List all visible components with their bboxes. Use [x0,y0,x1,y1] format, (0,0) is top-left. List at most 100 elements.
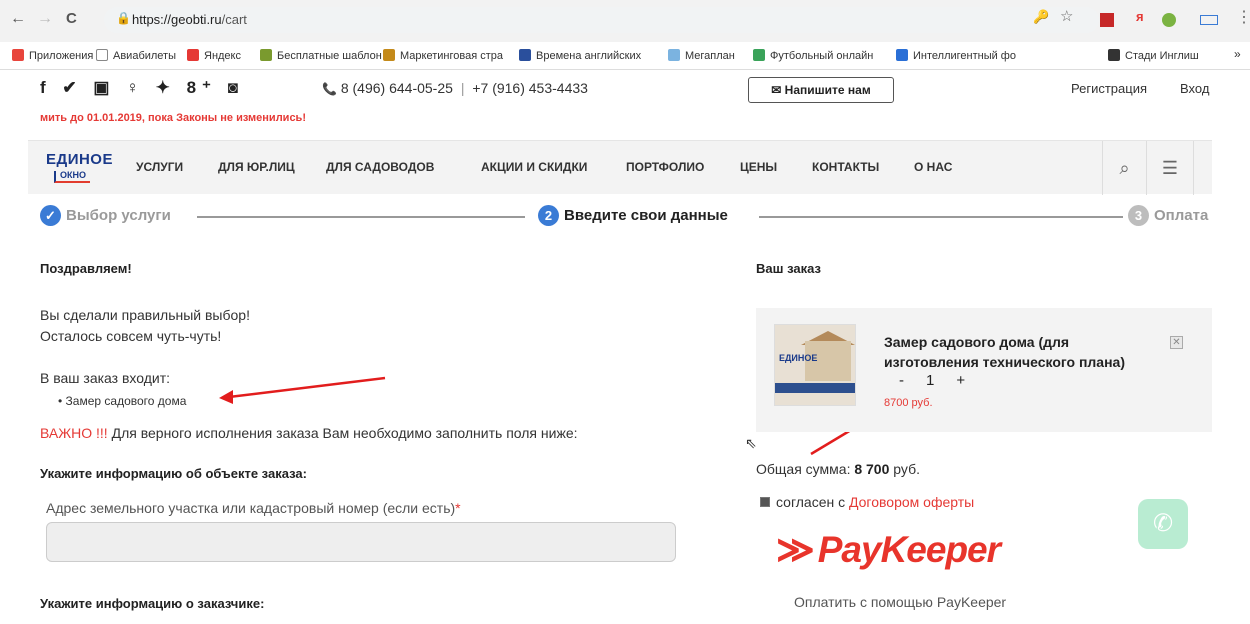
paykeeper-logo[interactable]: ≫ PayKeeper [776,528,1001,571]
bookmark-megaplan[interactable]: Мегаплан [668,49,735,62]
step-3: 3 Оплата [1128,205,1208,226]
check-icon: ✓ [40,205,61,226]
congrats-heading: Поздравляем! [40,261,132,276]
bookmark-yandex[interactable]: Яндекс [187,49,241,62]
logo-top-text: ЕДИНОЕ [46,151,113,168]
site-extension-icon[interactable] [1200,15,1218,25]
order-item: • Замер садового дома [58,394,187,408]
important-notice: ВАЖНО !!! Для верного исполнения заказа … [40,425,578,441]
social-icons[interactable]: f ✔ ▣ ♀ ✦ 8⁺ ◙ [40,78,244,98]
intro-line-2: Осталось совсем чуть-чуть! [40,328,222,344]
phone-2[interactable]: +7 (916) 453-4433 [472,80,588,96]
address-input[interactable] [46,522,676,562]
phone-numbers: 📞 8 (496) 644-05-25 | +7 (916) 453-4433 [322,80,588,96]
url-text: https://geobti.ru/cart [132,12,247,27]
write-us-button[interactable]: ✉ Напишите нам [748,77,894,103]
search-icon[interactable]: ⌕ [1102,141,1146,195]
bookmark-apps[interactable]: Приложения [12,49,93,62]
menu-about[interactable]: О НАС [914,160,952,174]
menu-gardeners[interactable]: ДЛЯ САДОВОДОВ [326,160,434,174]
page-content: f ✔ ▣ ♀ ✦ 8⁺ ◙ 📞 8 (496) 644-05-25 | +7 … [0,70,1250,624]
url-host: https://geobti.ru [132,12,222,27]
bookmark-avia[interactable]: Авиабилеты [96,49,176,62]
butterfly-icon [896,49,908,61]
order-total: Общая сумма: 8 700 руб. [756,461,920,477]
checkout-steps: ✓ Выбор услуги 2 Введите свои данные 3 Опла… [40,202,1212,230]
browser-toolbar: ← → C 🔒 https://geobti.ru/cart 🔑 ☆ я ⋮ [0,0,1250,42]
important-text: Для верного исполнения заказа Вам необхо… [107,425,578,441]
step-line-2 [759,216,1123,218]
offer-contract-link[interactable]: Договором оферты [849,494,974,510]
order-heading: Ваш заказ [756,261,821,276]
thumbnail-logo: ЕДИНОЕ [779,353,818,363]
reload-button[interactable]: C [66,10,77,27]
total-value: 8 700 [854,461,890,477]
item-title[interactable]: Замер садового дома (для изготовления те… [884,332,1154,372]
address-label-text: Адрес земельного участка или кадастровый… [46,500,456,516]
logo-bottom-text: ОКНО [60,170,86,180]
phone-icon: 📞 [322,82,337,96]
url-path: /cart [221,12,247,27]
menu-promotions[interactable]: АКЦИИ И СКИДКИ [481,160,587,174]
bookmark-study-english[interactable]: Стади Инглиш [1108,49,1199,62]
total-label: Общая сумма: [756,461,855,477]
promo-ticker: мить до 01.01.2019, пока Законы не измен… [40,112,306,124]
menu-contacts[interactable]: КОНТАКТЫ [812,160,879,174]
step-line-1 [197,216,525,218]
page-icon [96,49,108,61]
back-button[interactable]: ← [10,10,26,28]
address-bar[interactable]: 🔒 https://geobti.ru/cart [104,7,1099,33]
address-label: Адрес земельного участка или кадастровый… [46,500,461,516]
step-1-label: Выбор услуги [66,207,171,224]
bookmarks-overflow[interactable]: » [1234,47,1241,61]
bookmark-intellectual[interactable]: Интеллигентный фо [896,49,1016,62]
lock-icon: 🔒 [116,11,131,25]
phone-1[interactable]: 8 (496) 644-05-25 [341,80,453,96]
offer-agreement: согласен с Договором оферты [760,494,974,510]
site-logo[interactable]: ЕДИНОЕ ОКНО [46,149,112,187]
phone-separator: | [460,80,465,96]
pdf-extension-icon[interactable] [1100,13,1114,27]
bookmark-star-icon[interactable]: ☆ [1060,7,1073,25]
cart-item: ЕДИНОЕ Замер садового дома (для изготовл… [756,308,1212,432]
pay-with-paykeeper[interactable]: Оплатить с помощью PayKeeper [794,594,1006,610]
hamburger-icon[interactable]: ☰ [1146,141,1194,195]
menu-legal[interactable]: ДЛЯ ЮР.ЛИЦ [218,160,295,174]
paykeeper-wordmark: PayKeeper [817,529,1001,570]
customer-info-heading: Укажите информацию о заказчике: [40,596,265,611]
chrome-menu-icon[interactable]: ⋮ [1236,7,1250,27]
quantity-stepper: - 1 + [899,372,987,389]
bookmark-football[interactable]: Футбольный онлайн [753,49,873,62]
forward-button[interactable]: → [37,10,53,28]
login-link[interactable]: Вход [1180,81,1209,96]
intro-line-1: Вы сделали правильный выбор! [40,307,250,323]
yandex-icon [187,49,199,61]
required-star: * [455,500,461,516]
menu-services[interactable]: УСЛУГИ [136,160,183,174]
callback-phone-icon[interactable]: ✆ [1138,499,1188,549]
thumbnail-banner [775,383,855,393]
yandex-extension-icon[interactable]: я [1136,9,1144,24]
register-link[interactable]: Регистрация [1071,81,1147,96]
step-3-label: Оплата [1154,207,1209,224]
main-nav: ЕДИНОЕ ОКНО УСЛУГИ ДЛЯ ЮР.ЛИЦ ДЛЯ САДОВО… [28,140,1212,195]
bookmarks-bar: Приложения Авиабилеты Яндекс Бесплатные … [0,42,1250,70]
remove-icon[interactable]: ✕ [1170,336,1183,349]
step-3-number: 3 [1128,205,1149,226]
agree-checkbox[interactable] [760,497,770,507]
leaf-extension-icon[interactable] [1162,13,1176,27]
menu-portfolio[interactable]: ПОРТФОЛИО [626,160,704,174]
bookmark-english-tenses[interactable]: Времена английских [519,49,641,62]
qty-minus-button[interactable]: - [899,372,904,389]
object-info-heading: Укажите информацию об объекте заказа: [40,466,307,481]
apps-grid-icon [12,49,24,61]
bookmark-templates[interactable]: Бесплатные шаблон [260,49,382,62]
mouse-cursor-icon: ⇖ [745,435,757,451]
key-icon[interactable]: 🔑 [1033,9,1049,25]
product-thumbnail: ЕДИНОЕ [774,324,856,406]
step-2: 2 Введите свои данные [538,205,728,226]
qty-plus-button[interactable]: + [956,372,965,389]
menu-prices[interactable]: ЦЕНЫ [740,160,777,174]
step-1: ✓ Выбор услуги [40,205,171,226]
bookmark-marketing[interactable]: Маркетинговая стра [383,49,503,62]
